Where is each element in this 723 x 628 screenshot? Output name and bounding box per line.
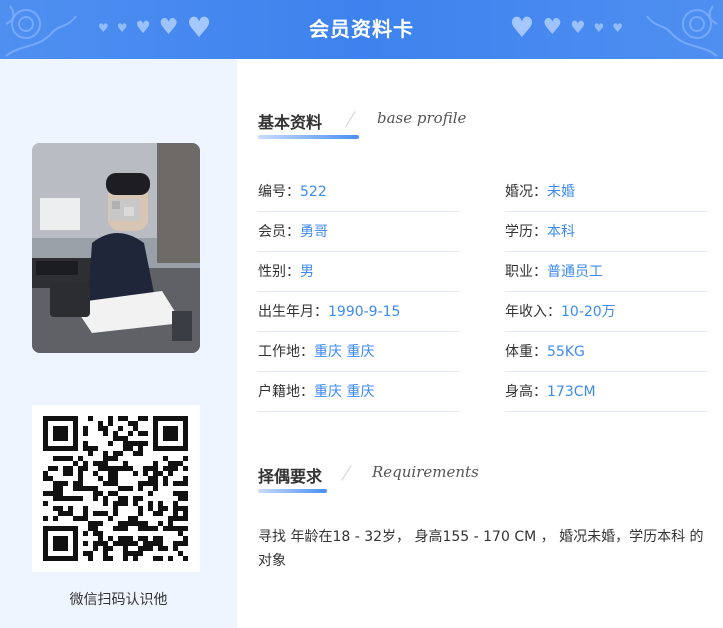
- qr-code-image: [43, 416, 188, 561]
- field-value: 未婚: [547, 184, 575, 200]
- divider-slash: [345, 111, 356, 127]
- header-banner: ♥ ♥ ♥ ♥ ♥ 会员资料卡 ♥ ♥ ♥ ♥ ♥: [0, 0, 723, 59]
- profile-field-row: 户籍地：重庆 重庆: [258, 372, 459, 412]
- profile-field-row: 编号：522: [258, 172, 459, 212]
- profile-field-row: 职业：普通员工: [505, 252, 707, 292]
- member-photo[interactable]: [32, 143, 200, 353]
- field-label: 户籍地：: [258, 384, 314, 400]
- requirements-section-underline: [258, 489, 327, 493]
- photo-illustration: [32, 143, 200, 353]
- field-label: 年收入：: [505, 304, 561, 320]
- field-value: 普通员工: [547, 264, 603, 280]
- profile-section-title: 基本资料: [258, 113, 323, 132]
- profile-field-row: 性别：男: [258, 252, 459, 292]
- field-label: 婚况：: [505, 184, 547, 200]
- hearts-right: ♥ ♥ ♥ ♥ ♥: [509, 14, 623, 42]
- field-label: 职业：: [505, 264, 547, 280]
- field-value: 勇哥: [300, 224, 328, 240]
- field-value: 173CM: [547, 384, 596, 400]
- profile-field-row: 会员：勇哥: [258, 212, 459, 252]
- profile-field-row: 婚况：未婚: [505, 172, 707, 212]
- field-value: 522: [300, 184, 327, 200]
- profile-field-row: 年收入：10-20万: [505, 292, 707, 332]
- profile-field-row: 学历：本科: [505, 212, 707, 252]
- field-label: 编号：: [258, 184, 300, 200]
- field-value: 10-20万: [561, 304, 616, 320]
- requirements-section-title: 择偶要求: [258, 467, 323, 486]
- requirements-text: 寻找 年龄在18 - 32岁， 身高155 - 170 CM ， 婚况未婚，学历…: [258, 529, 704, 569]
- field-value: 男: [300, 264, 314, 280]
- field-label: 性别：: [258, 264, 300, 280]
- field-label: 工作地：: [258, 344, 314, 360]
- qr-caption: 微信扫码认识他: [69, 592, 168, 608]
- floral-decoration-icon: [646, 5, 718, 57]
- profile-field-row: 身高：173CM: [505, 372, 707, 412]
- field-value: 重庆 重庆: [314, 344, 375, 360]
- profile-field-row: 工作地：重庆 重庆: [258, 332, 459, 372]
- heart-icon: ♥: [612, 21, 623, 35]
- divider-slash: [341, 465, 352, 481]
- heart-icon: ♥: [542, 15, 563, 40]
- field-label: 体重：: [505, 344, 547, 360]
- heart-icon: ♥: [509, 11, 535, 44]
- heart-icon: ♥: [593, 21, 605, 35]
- heart-icon: ♥: [570, 17, 586, 38]
- field-value: 1990-9-15: [328, 304, 401, 320]
- profile-field-row: 出生年月：1990-9-15: [258, 292, 459, 332]
- sidebar: 微信扫码认识他: [0, 59, 237, 628]
- qr-code[interactable]: [32, 405, 200, 572]
- field-label: 出生年月：: [258, 304, 328, 320]
- requirements-section-subtitle: Requirements: [372, 463, 479, 481]
- profile-section-underline: [258, 135, 359, 139]
- profile-section-subtitle: base profile: [377, 109, 467, 127]
- field-value: 55KG: [547, 344, 585, 360]
- field-label: 身高：: [505, 384, 547, 400]
- profile-field-row: 体重：55KG: [505, 332, 707, 372]
- field-label: 学历：: [505, 224, 547, 240]
- field-value: 重庆 重庆: [314, 384, 375, 400]
- field-value: 本科: [547, 224, 575, 240]
- field-label: 会员：: [258, 224, 300, 240]
